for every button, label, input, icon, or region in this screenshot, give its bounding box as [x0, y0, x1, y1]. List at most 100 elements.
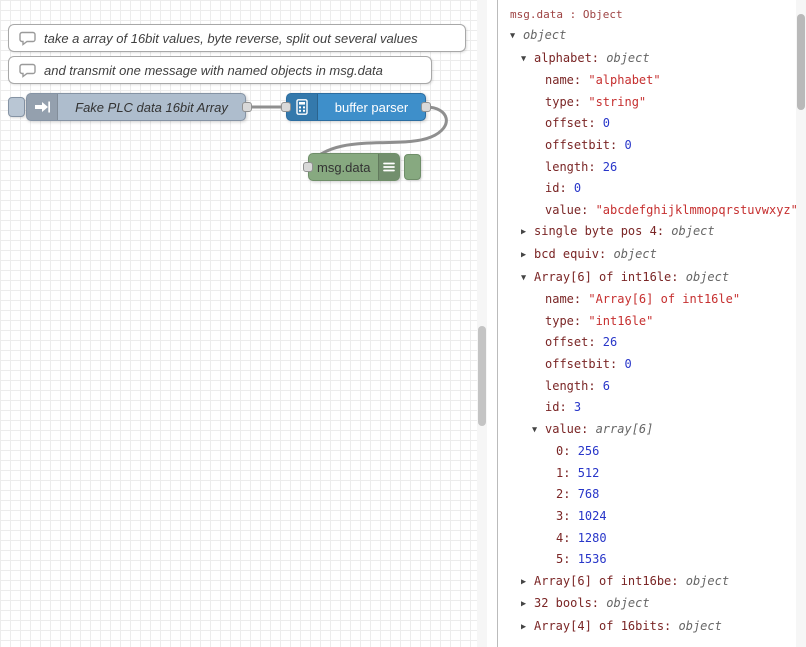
debug-toggle-button[interactable]: [404, 154, 421, 180]
tree-value: object: [523, 28, 566, 42]
tree-value: 1536: [578, 552, 607, 566]
tree-value: object: [686, 270, 729, 284]
tree-key: 5:: [556, 552, 578, 566]
tree-key: alphabet:: [534, 51, 606, 65]
tree-key: Array[6] of int16le:: [534, 270, 686, 284]
tree-value: object: [686, 574, 729, 588]
input-port[interactable]: [303, 162, 313, 172]
tree-key: name:: [545, 292, 588, 306]
debug-message-path: msg.data : Object: [498, 0, 796, 21]
tree-value: 1280: [578, 531, 607, 545]
tree-value: "abcdefghijklmmopqrstuvwxyz": [596, 203, 796, 217]
tree-value: 0: [624, 138, 631, 152]
tree-key: offset:: [545, 116, 603, 130]
tree-value: 0: [574, 181, 581, 195]
tree-key: Array[4] of 16bits:: [534, 619, 679, 633]
tree-row: 3: 1024: [498, 506, 796, 528]
tree-key: length:: [545, 379, 603, 393]
comment-text: take a array of 16bit values, byte rever…: [44, 31, 418, 46]
output-port[interactable]: [242, 102, 252, 112]
debug-sidebar: msg.data : Object ▼object▼alphabet: obje…: [497, 0, 796, 647]
tree-value: 26: [603, 335, 617, 349]
tree-value: "int16le": [588, 314, 653, 328]
tree-value: object: [606, 596, 649, 610]
tree-key: single byte pos 4:: [534, 224, 671, 238]
tree-row: 4: 1280: [498, 528, 796, 550]
inject-arrow-icon: [27, 94, 58, 120]
tree-row: offset: 0: [498, 113, 796, 135]
tree-value: 1024: [578, 509, 607, 523]
inject-trigger-button[interactable]: [8, 97, 25, 117]
canvas-scrollbar-thumb[interactable]: [478, 326, 486, 426]
expand-icon[interactable]: ▶: [521, 572, 534, 594]
collapse-icon[interactable]: ▼: [521, 49, 534, 71]
tree-row[interactable]: ▼Array[6] of int16le: object: [498, 267, 796, 290]
tree-key: value:: [545, 422, 596, 436]
tree-key: type:: [545, 95, 588, 109]
flow-canvas[interactable]: take a array of 16bit values, byte rever…: [0, 0, 477, 647]
sidebar-scrollbar-thumb[interactable]: [797, 14, 805, 110]
tree-row: value: "abcdefghijklmmopqrstuvwxyz": [498, 200, 796, 222]
tree-row: offsetbit: 0: [498, 354, 796, 376]
tree-value: 6: [603, 379, 610, 393]
comment-node[interactable]: and transmit one message with named obje…: [8, 56, 432, 84]
tree-row[interactable]: ▶Array[6] of int16be: object: [498, 571, 796, 594]
node-label: msg.data: [309, 154, 378, 180]
node-label: Fake PLC data 16bit Array: [58, 94, 245, 120]
tree-key: 1:: [556, 466, 578, 480]
buffer-parser-node[interactable]: buffer parser: [286, 93, 426, 121]
tree-row: id: 3: [498, 397, 796, 419]
tree-row[interactable]: ▶Array[4] of 16bits: object: [498, 616, 796, 639]
tree-value: 26: [603, 160, 617, 174]
collapse-icon[interactable]: ▼: [510, 26, 523, 48]
tree-row[interactable]: ▶32 bools: object: [498, 593, 796, 616]
tree-row: offset: 26: [498, 332, 796, 354]
canvas-scrollbar[interactable]: [477, 0, 487, 647]
node-label: buffer parser: [318, 94, 425, 120]
tree-row: 5: 1536: [498, 549, 796, 571]
calculator-icon: [287, 94, 318, 120]
sidebar-scrollbar[interactable]: [796, 0, 806, 647]
tree-key: id:: [545, 181, 574, 195]
tree-row: id: 0: [498, 178, 796, 200]
tree-row: 1: 512: [498, 463, 796, 485]
expand-icon[interactable]: ▶: [521, 617, 534, 639]
expand-icon[interactable]: ▶: [521, 245, 534, 267]
tree-value: 0: [603, 116, 610, 130]
tree-value: 512: [578, 466, 600, 480]
tree-key: id:: [545, 400, 574, 414]
comment-bubble-icon: [19, 63, 36, 78]
input-port[interactable]: [281, 102, 291, 112]
tree-value: "string": [588, 95, 646, 109]
tree-value: array[6]: [596, 422, 654, 436]
tree-row[interactable]: ▶bcd equiv: object: [498, 244, 796, 267]
tree-row[interactable]: ▼value: array[6]: [498, 419, 796, 442]
tree-key: offsetbit:: [545, 357, 624, 371]
tree-key: 3:: [556, 509, 578, 523]
debug-node[interactable]: msg.data: [308, 153, 400, 181]
tree-row: name: "alphabet": [498, 70, 796, 92]
output-port[interactable]: [421, 102, 431, 112]
tree-key: value:: [545, 203, 596, 217]
tree-row: type: "string": [498, 92, 796, 114]
collapse-icon[interactable]: ▼: [521, 268, 534, 290]
expand-icon[interactable]: ▶: [521, 222, 534, 244]
node-red-workspace: take a array of 16bit values, byte rever…: [0, 0, 806, 647]
tree-key: bcd equiv:: [534, 247, 613, 261]
tree-row: type: "int16le": [498, 311, 796, 333]
tree-row[interactable]: ▼object: [498, 25, 796, 48]
tree-key: 4:: [556, 531, 578, 545]
collapse-icon[interactable]: ▼: [532, 420, 545, 442]
tree-key: offset:: [545, 335, 603, 349]
debug-list-icon: [378, 154, 399, 180]
comment-node[interactable]: take a array of 16bit values, byte rever…: [8, 24, 466, 52]
tree-row[interactable]: ▶single byte pos 4: object: [498, 221, 796, 244]
tree-value: 768: [578, 487, 600, 501]
tree-row: 2: 768: [498, 484, 796, 506]
debug-tree: ▼object▼alphabet: objectname: "alphabet"…: [498, 25, 796, 639]
tree-value: 3: [574, 400, 581, 414]
expand-icon[interactable]: ▶: [521, 594, 534, 616]
inject-node[interactable]: Fake PLC data 16bit Array: [26, 93, 246, 121]
tree-key: type:: [545, 314, 588, 328]
tree-row[interactable]: ▼alphabet: object: [498, 48, 796, 71]
